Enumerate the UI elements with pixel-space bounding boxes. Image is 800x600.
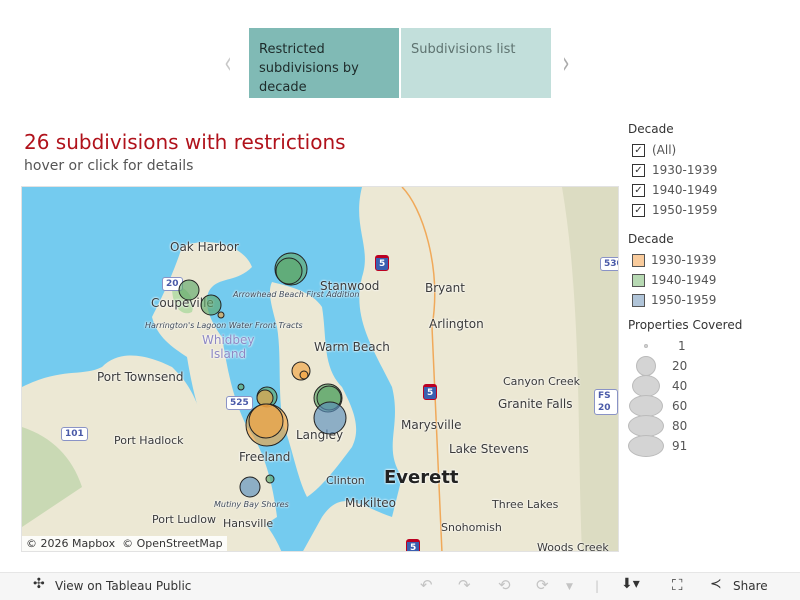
revert-icon[interactable]: ⟲ <box>498 576 511 594</box>
filter-label: (All) <box>652 143 677 157</box>
subdivision-mark[interactable] <box>265 474 275 484</box>
share-icon[interactable]: ≺ <box>710 576 722 592</box>
color-swatch <box>632 293 645 307</box>
subdivision-mark[interactable] <box>239 476 261 498</box>
filter-option-all[interactable]: ✓ (All) <box>628 140 800 160</box>
page-subtitle: hover or click for details <box>24 158 194 174</box>
osm-attribution[interactable]: © OpenStreetMap <box>122 537 223 550</box>
checkbox-checked-icon[interactable]: ✓ <box>632 203 645 217</box>
refresh-icon[interactable]: ⟳ <box>536 576 549 594</box>
tab-subdivisions-list[interactable]: Subdivisions list <box>401 28 551 98</box>
color-legend-item[interactable]: 1950-1959 <box>628 290 800 310</box>
subdivision-mark[interactable] <box>313 401 347 435</box>
legend-label: 1930-1939 <box>651 253 717 267</box>
color-legend-item[interactable]: 1930-1939 <box>628 250 800 270</box>
size-legend-title: Properties Covered <box>628 318 743 332</box>
color-swatch <box>632 273 645 287</box>
size-circle <box>632 375 660 397</box>
checkbox-checked-icon[interactable]: ✓ <box>632 183 645 197</box>
size-legend-item: 80 <box>628 415 800 437</box>
legend-label: 20 <box>672 359 688 373</box>
mapbox-attribution[interactable]: © 2026 Mapbox <box>26 537 115 550</box>
size-legend-item: 40 <box>628 375 800 397</box>
page-title: 26 subdivisions with restrictions <box>24 130 346 154</box>
color-swatch <box>632 253 645 267</box>
size-circle <box>629 395 663 417</box>
legend-label: 1940-1949 <box>651 273 717 287</box>
map[interactable]: Oak Harbor Coupeville Stanwood Bryant Ar… <box>21 186 619 552</box>
view-on-tableau-link[interactable]: View on Tableau Public <box>55 579 191 593</box>
size-legend-item: 91 <box>628 435 800 457</box>
subdivision-mark[interactable] <box>178 279 200 301</box>
subdivision-mark[interactable] <box>217 311 225 319</box>
share-button[interactable]: Share <box>733 579 768 593</box>
filter-label: 1940-1949 <box>652 183 718 197</box>
download-icon[interactable]: ⬇︎▾ <box>621 576 640 592</box>
title-text: subdivisions with restrictions <box>49 130 346 154</box>
size-legend-item: 1 <box>628 336 800 356</box>
filter-label: 1930-1939 <box>652 163 718 177</box>
size-circle <box>644 344 648 348</box>
size-legend-item: 60 <box>628 395 800 417</box>
checkbox-checked-icon[interactable]: ✓ <box>632 163 645 177</box>
legend-label: 60 <box>672 399 688 413</box>
subdivision-mark[interactable] <box>248 403 284 439</box>
map-attribution[interactable]: © 2026 Mapbox © OpenStreetMap <box>22 536 227 551</box>
undo-icon[interactable]: ↶ <box>420 576 433 594</box>
decade-filter[interactable]: ✓ (All) ✓ 1930-1939 ✓ 1940-1949 ✓ 1950-1959 <box>628 140 800 220</box>
subdivision-mark[interactable] <box>200 294 222 316</box>
legend-label: 1950-1959 <box>651 293 717 307</box>
filter-option-1940s[interactable]: ✓ 1940-1949 <box>628 180 800 200</box>
subdivision-mark[interactable] <box>299 370 309 380</box>
subdivision-count: 26 <box>24 130 50 154</box>
tab-restricted-subdivisions[interactable]: Restricted subdivisions by decade <box>249 28 399 98</box>
filter-label: 1950-1959 <box>652 203 718 217</box>
decade-filter-title: Decade <box>628 122 674 136</box>
color-legend-item[interactable]: 1940-1949 <box>628 270 800 290</box>
filter-option-1930s[interactable]: ✓ 1930-1939 <box>628 160 800 180</box>
legend-label: 91 <box>672 439 688 453</box>
tableau-toolbar: ✣ View on Tableau Public ↶ ↷ ⟲ ⟳ ▼ | ⬇︎▾… <box>0 572 800 600</box>
subdivision-marks[interactable] <box>22 187 619 552</box>
legend-label: 40 <box>672 379 688 393</box>
fullscreen-icon[interactable]: ⛶ <box>672 576 683 594</box>
refresh-dropdown-icon[interactable]: ▼ <box>566 582 573 592</box>
legend-label: 1 <box>678 339 686 353</box>
size-circle <box>636 356 656 376</box>
tableau-logo-icon[interactable]: ✣ <box>33 576 45 592</box>
filter-option-1950s[interactable]: ✓ 1950-1959 <box>628 200 800 220</box>
size-legend-item: 20 <box>628 356 800 376</box>
prev-tab-button[interactable]: ‹ <box>224 46 231 81</box>
legend-panel: Decade ✓ (All) ✓ 1930-1939 ✓ 1940-1949 ✓ 195… <box>628 122 800 457</box>
size-circle <box>628 435 664 457</box>
redo-icon[interactable]: ↷ <box>458 576 471 594</box>
next-tab-button[interactable]: › <box>562 46 569 81</box>
checkbox-checked-icon[interactable]: ✓ <box>632 143 645 157</box>
subdivision-mark[interactable] <box>275 257 303 285</box>
subdivision-mark[interactable] <box>237 383 245 391</box>
color-legend-title: Decade <box>628 232 674 246</box>
size-circle <box>628 415 664 437</box>
legend-label: 80 <box>672 419 688 433</box>
toolbar-divider: | <box>595 579 600 593</box>
